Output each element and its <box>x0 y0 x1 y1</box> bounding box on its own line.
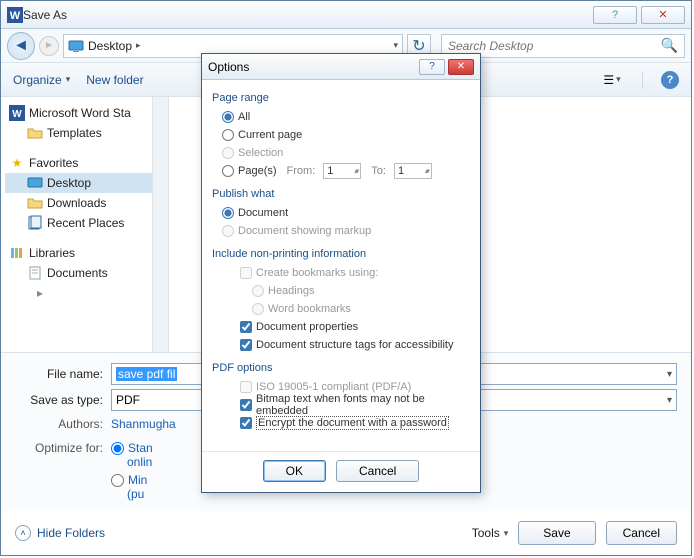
forward-button[interactable]: ► <box>39 36 59 56</box>
desktop-icon <box>27 175 43 191</box>
optimize-pub-text: (pu <box>111 487 153 501</box>
save-as-window: W Save As ? ✕ ◄ ► Desktop ▸ ▾ ↻ 🔍 Organi… <box>0 0 692 556</box>
save-button[interactable]: Save <box>518 521 595 545</box>
options-title: Options <box>208 60 416 74</box>
savetype-label: Save as type: <box>15 393 111 407</box>
tree-label: Microsoft Word Sta <box>29 106 131 120</box>
svg-text:W: W <box>10 10 21 22</box>
chevron-down-icon[interactable]: ▾ <box>393 40 398 51</box>
tree-label: Libraries <box>29 246 75 260</box>
tree-item-recent[interactable]: Recent Places <box>5 213 164 233</box>
help-icon[interactable]: ? <box>661 71 679 89</box>
chevron-up-icon: ˄ <box>15 525 31 541</box>
optimize-label: Optimize for: <box>15 441 111 455</box>
options-footer: OK Cancel <box>202 451 480 492</box>
tree-item-documents[interactable]: Documents <box>5 263 164 283</box>
tree-expand[interactable]: ▸ <box>5 283 164 303</box>
tree-label: Recent Places <box>47 216 124 230</box>
radio-doc-markup: Document showing markup <box>212 222 470 240</box>
back-button[interactable]: ◄ <box>7 32 35 60</box>
from-label: From: <box>287 165 316 177</box>
publish-what-group: Publish what <box>212 188 470 200</box>
close-button[interactable]: ✕ <box>641 6 685 24</box>
options-ok-button[interactable]: OK <box>263 460 326 482</box>
word-icon: W <box>7 7 23 23</box>
check-create-bookmarks: Create bookmarks using: <box>212 264 470 282</box>
options-dialog: Options ? ✕ Page range All Current page … <box>201 53 481 493</box>
authors-label: Authors: <box>15 417 111 431</box>
from-spinner[interactable]: 1 <box>323 163 361 179</box>
documents-icon <box>27 265 43 281</box>
tree-label: Documents <box>47 266 108 280</box>
titlebar: W Save As ? ✕ <box>1 1 691 29</box>
tree-scrollbar[interactable] <box>152 97 168 352</box>
tree-item-templates[interactable]: Templates <box>5 123 164 143</box>
options-titlebar: Options ? ✕ <box>202 54 480 80</box>
window-title: Save As <box>23 8 589 22</box>
tree-item-desktop[interactable]: Desktop <box>5 173 164 193</box>
desktop-icon <box>68 38 84 54</box>
new-folder-button[interactable]: New folder <box>86 73 143 87</box>
options-body: Page range All Current page Selection Pa… <box>202 80 480 451</box>
tree-label: Templates <box>47 126 102 140</box>
tools-menu[interactable]: Tools ▾ <box>472 526 509 540</box>
tree-item-downloads[interactable]: Downloads <box>5 193 164 213</box>
tree-item-word[interactable]: W Microsoft Word Sta <box>5 103 164 123</box>
to-spinner[interactable]: 1 <box>394 163 432 179</box>
filename-label: File name: <box>15 367 111 381</box>
tree-item-libraries[interactable]: Libraries <box>5 243 164 263</box>
savetype-value: PDF <box>116 393 140 407</box>
pdf-options-group: PDF options <box>212 362 470 374</box>
hide-folders-button[interactable]: ˄ Hide Folders <box>15 525 105 541</box>
folder-icon <box>27 195 43 211</box>
to-label: To: <box>371 165 386 177</box>
breadcrumb-location: Desktop <box>88 39 132 53</box>
help-button[interactable]: ? <box>593 6 637 24</box>
options-help-button[interactable]: ? <box>419 59 445 75</box>
cancel-button[interactable]: Cancel <box>606 521 677 545</box>
check-doc-properties[interactable]: Document properties <box>212 318 470 336</box>
radio-word-bookmarks: Word bookmarks <box>212 300 470 318</box>
svg-text:W: W <box>12 109 22 120</box>
filename-value: save pdf fil <box>116 367 177 381</box>
radio-selection: Selection <box>212 144 470 162</box>
footer: ˄ Hide Folders Tools ▾ Save Cancel <box>1 511 691 555</box>
page-range-group: Page range <box>212 92 470 104</box>
word-icon: W <box>9 105 25 121</box>
options-close-button[interactable]: ✕ <box>448 59 474 75</box>
optimize-minimum-radio[interactable]: Min <box>111 473 153 487</box>
optimize-standard-radio[interactable]: Stan <box>111 441 153 455</box>
check-encrypt[interactable]: Encrypt the document with a password <box>212 414 470 432</box>
options-cancel-button[interactable]: Cancel <box>336 460 419 482</box>
separator <box>642 71 643 89</box>
view-menu[interactable]: ☰▾ <box>600 69 624 91</box>
authors-value[interactable]: Shanmugha <box>111 417 176 431</box>
organize-menu[interactable]: Organize ▾ <box>13 73 70 87</box>
tree-label: Desktop <box>47 176 91 190</box>
nav-tree: W Microsoft Word Sta Templates ★ Favorit… <box>1 97 169 352</box>
radio-all[interactable]: All <box>212 108 470 126</box>
tree-label: Favorites <box>29 156 78 170</box>
chevron-right-icon: ▸ <box>136 40 141 51</box>
tree-label: Downloads <box>47 196 106 210</box>
search-icon[interactable]: 🔍 <box>661 37 678 54</box>
libraries-icon <box>9 245 25 261</box>
search-input[interactable] <box>448 39 661 53</box>
star-icon: ★ <box>9 155 25 171</box>
check-bitmap[interactable]: Bitmap text when fonts may not be embedd… <box>212 396 470 414</box>
radio-current-page[interactable]: Current page <box>212 126 470 144</box>
include-np-group: Include non-printing information <box>212 248 470 260</box>
optimize-online-text: onlin <box>111 455 153 469</box>
radio-document[interactable]: Document <box>212 204 470 222</box>
tree-item-favorites[interactable]: ★ Favorites <box>5 153 164 173</box>
radio-pages[interactable]: Page(s) From: 1 To: 1 <box>212 162 470 180</box>
folder-icon <box>27 125 43 141</box>
recent-icon <box>27 215 43 231</box>
radio-headings: Headings <box>212 282 470 300</box>
check-doc-structure[interactable]: Document structure tags for accessibilit… <box>212 336 470 354</box>
